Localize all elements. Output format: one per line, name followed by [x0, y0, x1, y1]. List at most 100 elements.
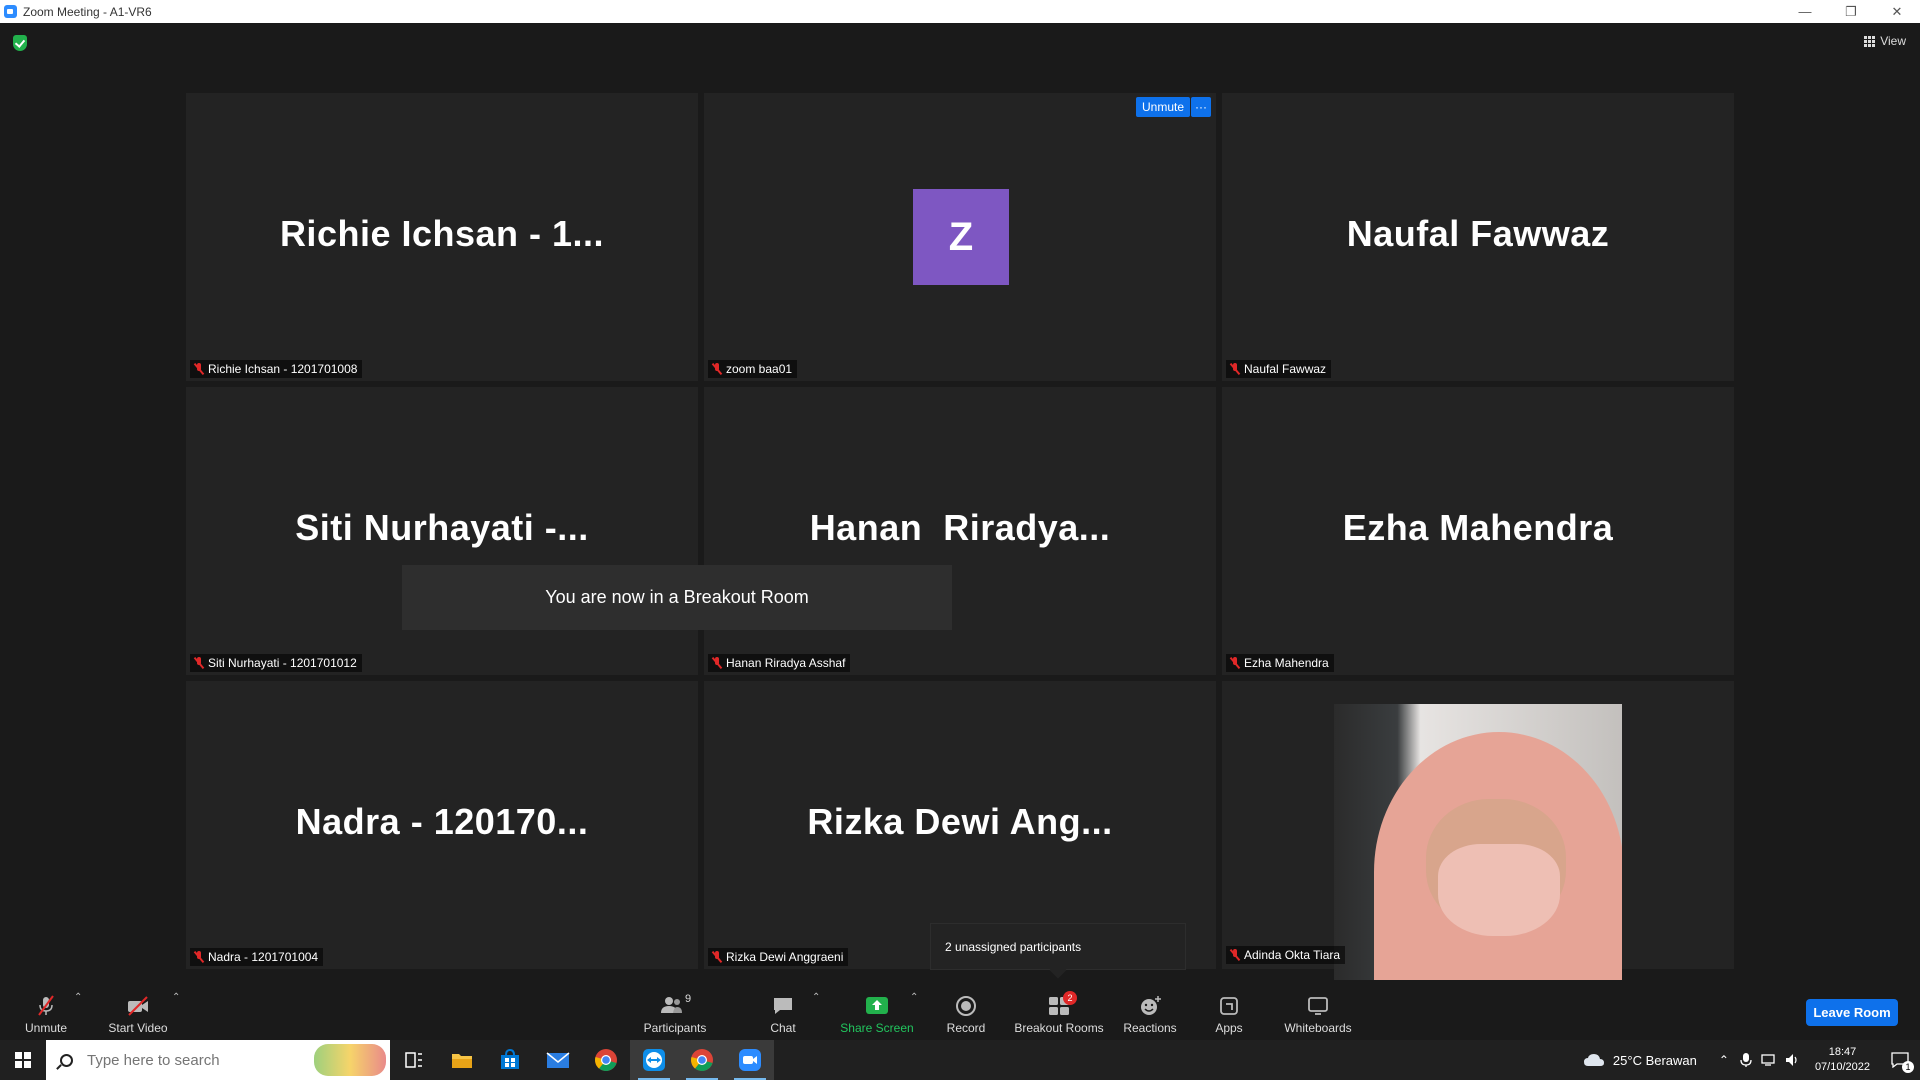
- participant-name: Naufal Fawwaz: [1244, 362, 1327, 376]
- record-label: Record: [946, 1021, 986, 1035]
- window-controls: — ❐ ✕: [1782, 0, 1920, 23]
- participant-label: Naufal Fawwaz: [1226, 360, 1332, 378]
- participants-label: Participants: [643, 1021, 707, 1035]
- participants-count: 9: [685, 993, 692, 1005]
- participant-display-name: Ezha Mahendra: [1342, 507, 1614, 548]
- folder-icon: [452, 1054, 472, 1068]
- share-screen-button[interactable]: Share Screen: [840, 980, 914, 1040]
- participant-label: Hanan Riradya Asshaf: [708, 654, 851, 672]
- store-bag-icon: [501, 1049, 519, 1069]
- close-icon[interactable]: ✕: [1874, 0, 1920, 23]
- task-view-button[interactable]: [390, 1040, 438, 1080]
- notification-count: 1: [1902, 1061, 1914, 1073]
- zoom-app-icon: [4, 5, 17, 18]
- teamviewer-icon: [643, 1049, 665, 1071]
- microphone-icon[interactable]: [1739, 1052, 1753, 1068]
- minimize-icon[interactable]: —: [1782, 0, 1828, 23]
- network-icon[interactable]: [1761, 1053, 1777, 1067]
- action-center-button[interactable]: 1: [1880, 1040, 1920, 1080]
- camera-video-feed[interactable]: [1334, 704, 1622, 992]
- participant-display-name: Hanan Riradya...: [809, 507, 1111, 548]
- participant-name: Richie Ichsan - 1201701008: [208, 362, 358, 376]
- participant-label: Richie Ichsan - 1201701008: [190, 360, 363, 378]
- participant-label: Rizka Dewi Anggraeni: [708, 948, 849, 966]
- meeting-area: View Richie Ichsan - 1... Richie Ichsan …: [0, 23, 1920, 992]
- tile-unmute-button[interactable]: Unmute: [1136, 97, 1191, 117]
- store-button[interactable]: [486, 1040, 534, 1080]
- search-highlight-image: [314, 1044, 386, 1076]
- chat-label: Chat: [770, 1021, 796, 1035]
- meeting-toolbar: Unmute ⌃ Start Video ⌃ 9 Participants Ch…: [0, 980, 1920, 1040]
- muted-mic-icon: [1230, 949, 1240, 961]
- unmute-button[interactable]: Unmute: [20, 980, 72, 1040]
- video-tile[interactable]: Richie Ichsan - 1... Richie Ichsan - 120…: [186, 93, 698, 381]
- weather-text[interactable]: 25°C Berawan: [1613, 1053, 1697, 1068]
- chrome-icon: [595, 1049, 617, 1071]
- share-screen-icon: [866, 997, 888, 1014]
- muted-mic-icon: [712, 657, 722, 669]
- security-shield-icon[interactable]: [13, 35, 27, 51]
- cloud-weather-icon[interactable]: [1583, 1052, 1605, 1068]
- participant-name: Nadra - 1201701004: [208, 950, 319, 964]
- video-tile[interactable]: Siti Nurhayati -... Siti Nurhayati - 120…: [186, 387, 698, 675]
- video-tile[interactable]: Hanan Riradya... Hanan Riradya Asshaf: [704, 387, 1216, 675]
- task-view-icon: [405, 1052, 422, 1068]
- start-video-button[interactable]: Start Video: [106, 980, 170, 1040]
- clock[interactable]: 18:47 07/10/2022: [1815, 1045, 1870, 1075]
- search-input[interactable]: [87, 1051, 317, 1069]
- clock-time: 18:47: [1828, 1046, 1857, 1058]
- apps-button[interactable]: Apps: [1212, 980, 1246, 1040]
- participants-button[interactable]: 9 Participants: [640, 980, 710, 1040]
- system-tray: 25°C Berawan ⌃ 18:47 07/10/2022 1: [1583, 1040, 1920, 1080]
- tile-more-button[interactable]: ···: [1191, 97, 1211, 117]
- file-explorer-button[interactable]: [438, 1040, 486, 1080]
- view-button[interactable]: View: [1864, 34, 1906, 48]
- view-label: View: [1880, 34, 1906, 48]
- muted-microphone-icon: [38, 995, 54, 1016]
- breakout-rooms-button[interactable]: 2 Breakout Rooms: [1012, 980, 1106, 1040]
- participant-label: Ezha Mahendra: [1226, 654, 1334, 672]
- breakout-rooms-label: Breakout Rooms: [1014, 1021, 1104, 1035]
- participant-display-name: Nadra - 120170...: [295, 801, 589, 842]
- video-tile[interactable]: Ezha Mahendra Ezha Mahendra: [1222, 387, 1734, 675]
- speaker-icon[interactable]: [1785, 1053, 1801, 1067]
- audio-options-chevron-icon[interactable]: ⌃: [74, 992, 82, 1003]
- start-button[interactable]: [0, 1040, 46, 1080]
- video-tile[interactable]: Naufal Fawwaz Naufal Fawwaz: [1222, 93, 1734, 381]
- muted-mic-icon: [194, 363, 204, 375]
- video-tile[interactable]: Nadra - 120170... Nadra - 1201701004: [186, 681, 698, 969]
- participant-display-name: Siti Nurhayati -...: [295, 507, 589, 548]
- chrome-profile-button[interactable]: [678, 1040, 726, 1080]
- breakout-rooms-icon-wrap: 2: [1047, 991, 1077, 1017]
- teamviewer-button[interactable]: [630, 1040, 678, 1080]
- share-options-chevron-icon[interactable]: ⌃: [910, 992, 918, 1003]
- show-hidden-icons-chevron-icon[interactable]: ⌃: [1719, 1053, 1729, 1067]
- breakout-rooms-badge: 2: [1063, 991, 1077, 1005]
- mail-button[interactable]: [534, 1040, 582, 1080]
- muted-mic-icon: [1230, 657, 1240, 669]
- taskbar-search[interactable]: [46, 1040, 390, 1080]
- whiteboard-icon: [1308, 997, 1328, 1015]
- windows-logo-icon: [15, 1052, 31, 1068]
- unassigned-participants-tooltip: 2 unassigned participants: [930, 923, 1186, 970]
- chat-options-chevron-icon[interactable]: ⌃: [812, 992, 820, 1003]
- share-screen-label: Share Screen: [840, 1021, 914, 1035]
- chat-button[interactable]: Chat: [763, 980, 803, 1040]
- restore-icon[interactable]: ❐: [1828, 0, 1874, 23]
- whiteboards-button[interactable]: Whiteboards: [1282, 980, 1354, 1040]
- window-titlebar: Zoom Meeting - A1-VR6 — ❐ ✕: [0, 0, 1920, 23]
- chrome-button[interactable]: [582, 1040, 630, 1080]
- participant-label: zoom baa01: [708, 360, 798, 378]
- reactions-icon: [1141, 996, 1161, 1015]
- reactions-button[interactable]: Reactions: [1120, 980, 1180, 1040]
- video-options-chevron-icon[interactable]: ⌃: [172, 992, 180, 1003]
- chrome-icon: [691, 1049, 713, 1071]
- leave-room-button[interactable]: Leave Room: [1806, 999, 1898, 1026]
- mail-icon: [546, 1052, 570, 1068]
- zoom-taskbar-button[interactable]: [726, 1040, 774, 1080]
- window-title: Zoom Meeting - A1-VR6: [23, 4, 152, 19]
- start-video-label: Start Video: [108, 1021, 168, 1035]
- record-button[interactable]: Record: [942, 980, 990, 1040]
- muted-mic-icon: [1230, 363, 1240, 375]
- video-tile[interactable]: Z zoom baa01: [704, 93, 1216, 381]
